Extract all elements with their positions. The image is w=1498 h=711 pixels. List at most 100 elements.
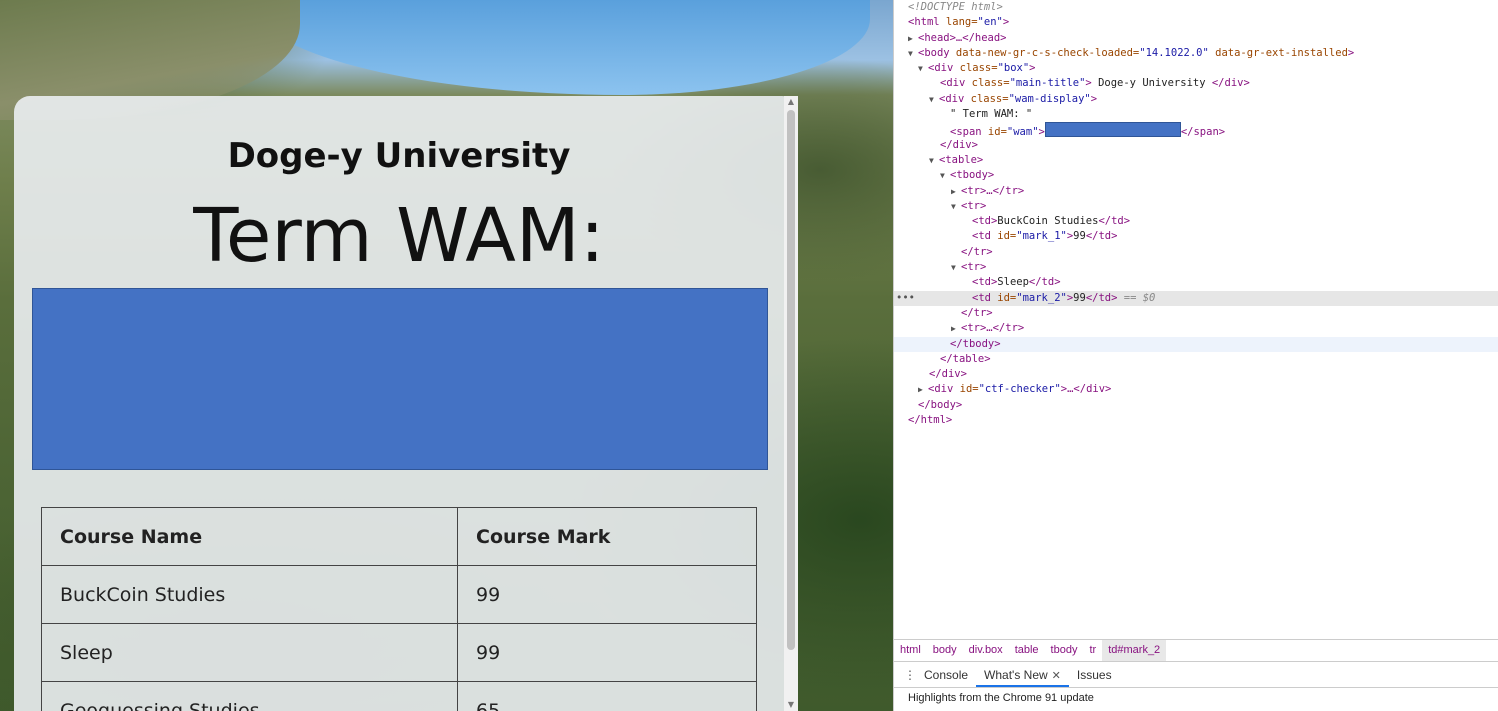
dom-line[interactable]: </tr> bbox=[894, 306, 1498, 321]
dom-line[interactable]: <!DOCTYPE html> bbox=[894, 0, 1498, 15]
collapse-triangle-icon[interactable]: ▼ bbox=[940, 168, 950, 183]
course-name-cell: Sleep bbox=[41, 623, 458, 682]
breadcrumb-item-selected[interactable]: td#mark_2 bbox=[1102, 640, 1167, 662]
tag-text: <html bbox=[908, 16, 940, 29]
more-options-icon[interactable]: ••• bbox=[896, 291, 915, 306]
dom-line[interactable]: </div> bbox=[894, 138, 1498, 153]
attr-value: "14.1022.0" bbox=[1139, 46, 1209, 59]
dom-line[interactable]: ▶ <div id="ctf-checker">…</div> bbox=[894, 382, 1498, 397]
dom-line[interactable]: </div> bbox=[894, 367, 1498, 382]
drawer-tab-bar: ⋮ Console What's New ✕ Issues bbox=[894, 661, 1498, 688]
attr-name: id= bbox=[953, 383, 979, 396]
dom-line[interactable]: ▼ <body data-new-gr-c-s-check-loaded="14.… bbox=[894, 46, 1498, 61]
page-viewport: Doge-y University Term WAM: Course Name … bbox=[0, 0, 893, 711]
breadcrumb-item[interactable]: div.box bbox=[963, 640, 1009, 656]
attr-name: id= bbox=[981, 126, 1007, 139]
dom-line[interactable]: ▼ <table> bbox=[894, 153, 1498, 168]
dom-line[interactable]: <div class="main-title"> Doge-y Universi… bbox=[894, 76, 1498, 91]
tag-text: <tbody> bbox=[950, 169, 995, 182]
text-node: " Term WAM: " bbox=[950, 108, 1033, 121]
scroll-thumb[interactable] bbox=[787, 110, 795, 650]
text-node: BuckCoin Studies bbox=[997, 215, 1099, 228]
tag-text: <div bbox=[939, 92, 965, 105]
dom-line[interactable]: ▶ <tr>…</tr> bbox=[894, 321, 1498, 336]
table-row: BuckCoin Studies 99 bbox=[41, 565, 757, 624]
close-icon[interactable]: ✕ bbox=[1052, 670, 1061, 682]
dom-line[interactable]: <span id="wam"> </span> bbox=[894, 122, 1498, 139]
breadcrumb-item[interactable]: table bbox=[1009, 640, 1045, 656]
attr-name: id= bbox=[990, 230, 1017, 243]
dom-line[interactable]: </tbody> bbox=[894, 336, 1498, 352]
tag-text: <tr> bbox=[961, 199, 987, 212]
dom-line[interactable]: " Term WAM: " bbox=[894, 107, 1498, 122]
devtools-panel: <!DOCTYPE html> <html lang="en"> ▶ <head>… bbox=[893, 0, 1498, 711]
tag-text: </body> bbox=[918, 398, 963, 411]
attr-value: "main-title" bbox=[1009, 77, 1086, 90]
expand-triangle-icon[interactable]: ▶ bbox=[951, 321, 961, 336]
collapse-triangle-icon[interactable]: ▼ bbox=[929, 153, 939, 168]
expand-triangle-icon[interactable]: ▶ bbox=[951, 184, 961, 199]
text-node: Doge-y University bbox=[1091, 77, 1212, 90]
tag-text: > bbox=[1347, 46, 1355, 59]
dom-line[interactable]: ▶ <tr>…</tr> bbox=[894, 184, 1498, 199]
kebab-menu-icon[interactable]: ⋮ bbox=[894, 662, 916, 682]
dom-line[interactable]: <html lang="en"> bbox=[894, 15, 1498, 30]
dom-line[interactable]: <td>Sleep</td> bbox=[894, 275, 1498, 290]
tag-text: <td bbox=[972, 230, 991, 243]
collapse-triangle-icon[interactable]: ▼ bbox=[918, 61, 928, 76]
tag-text: <td> bbox=[972, 276, 998, 289]
dom-line[interactable]: ▼ <div class="box"> bbox=[894, 61, 1498, 76]
dom-line[interactable]: </html> bbox=[894, 413, 1498, 428]
course-mark-cell: 99 bbox=[457, 565, 757, 624]
expand-triangle-icon[interactable]: ▶ bbox=[908, 31, 918, 46]
tag-text: <td bbox=[972, 291, 991, 304]
tag-text: > bbox=[1090, 92, 1098, 105]
dom-line[interactable]: </tr> bbox=[894, 245, 1498, 260]
dom-line[interactable]: ▶ <head>…</head> bbox=[894, 31, 1498, 46]
text-node: 99 bbox=[1073, 230, 1086, 243]
scroll-down-arrow-icon[interactable]: ▼ bbox=[784, 699, 798, 711]
attr-value: "mark_2" bbox=[1016, 291, 1067, 304]
breadcrumb-item[interactable]: tr bbox=[1083, 640, 1102, 656]
dom-line[interactable]: </table> bbox=[894, 352, 1498, 367]
breadcrumb: html body div.box table tbody tr td#mark_2 bbox=[894, 639, 1498, 662]
marks-table: Course Name Course Mark BuckCoin Studies… bbox=[41, 507, 757, 711]
scroll-up-arrow-icon[interactable]: ▲ bbox=[784, 96, 798, 108]
tag-text: <head>…</head> bbox=[918, 31, 1007, 44]
breadcrumb-item[interactable]: body bbox=[927, 640, 963, 656]
dom-line[interactable]: ▼ <tbody> bbox=[894, 168, 1498, 183]
tab-console[interactable]: Console bbox=[916, 662, 976, 687]
tag-text: </td> bbox=[1098, 215, 1131, 228]
tag-text: </tbody> bbox=[950, 337, 1001, 350]
attr-value: "ctf-checker" bbox=[978, 383, 1061, 396]
tag-text: <div bbox=[940, 77, 966, 90]
dom-line[interactable]: <td>BuckCoin Studies</td> bbox=[894, 214, 1498, 229]
tag-text: </table> bbox=[940, 352, 991, 365]
collapse-triangle-icon[interactable]: ▼ bbox=[908, 46, 918, 61]
dom-line-selected[interactable]: ••• <td id="mark_2">99</td> == $0 bbox=[894, 290, 1498, 306]
tag-text: <span bbox=[950, 126, 982, 139]
collapse-triangle-icon[interactable]: ▼ bbox=[929, 92, 939, 107]
collapse-triangle-icon[interactable]: ▼ bbox=[951, 260, 961, 275]
dom-line[interactable]: ▼ <tr> bbox=[894, 199, 1498, 214]
attr-name: id= bbox=[990, 291, 1017, 304]
sky-background bbox=[250, 0, 870, 95]
course-name-cell: Geoguessing Studies bbox=[41, 681, 458, 711]
dom-line[interactable]: ▼ <div class="wam-display"> bbox=[894, 92, 1498, 107]
tab-whats-new[interactable]: What's New ✕ bbox=[976, 662, 1069, 687]
expand-triangle-icon[interactable]: ▶ bbox=[918, 382, 928, 397]
box-scrollbar[interactable]: ▲ ▼ bbox=[784, 96, 798, 711]
dom-line[interactable]: <td id="mark_1">99</td> bbox=[894, 229, 1498, 244]
dom-line[interactable]: ▼ <tr> bbox=[894, 260, 1498, 275]
collapse-triangle-icon[interactable]: ▼ bbox=[951, 199, 961, 214]
breadcrumb-item[interactable]: tbody bbox=[1045, 640, 1084, 656]
course-mark-cell: 65 bbox=[457, 681, 757, 711]
breadcrumb-item[interactable]: html bbox=[894, 640, 927, 656]
tag-text: </td> bbox=[1085, 230, 1118, 243]
dom-line[interactable]: </body> bbox=[894, 398, 1498, 413]
course-name-cell: BuckCoin Studies bbox=[41, 565, 458, 624]
tab-issues[interactable]: Issues bbox=[1069, 662, 1120, 687]
tag-text: > bbox=[1002, 16, 1010, 29]
wam-value-redacted bbox=[32, 288, 768, 470]
tag-text: <body bbox=[918, 46, 950, 59]
